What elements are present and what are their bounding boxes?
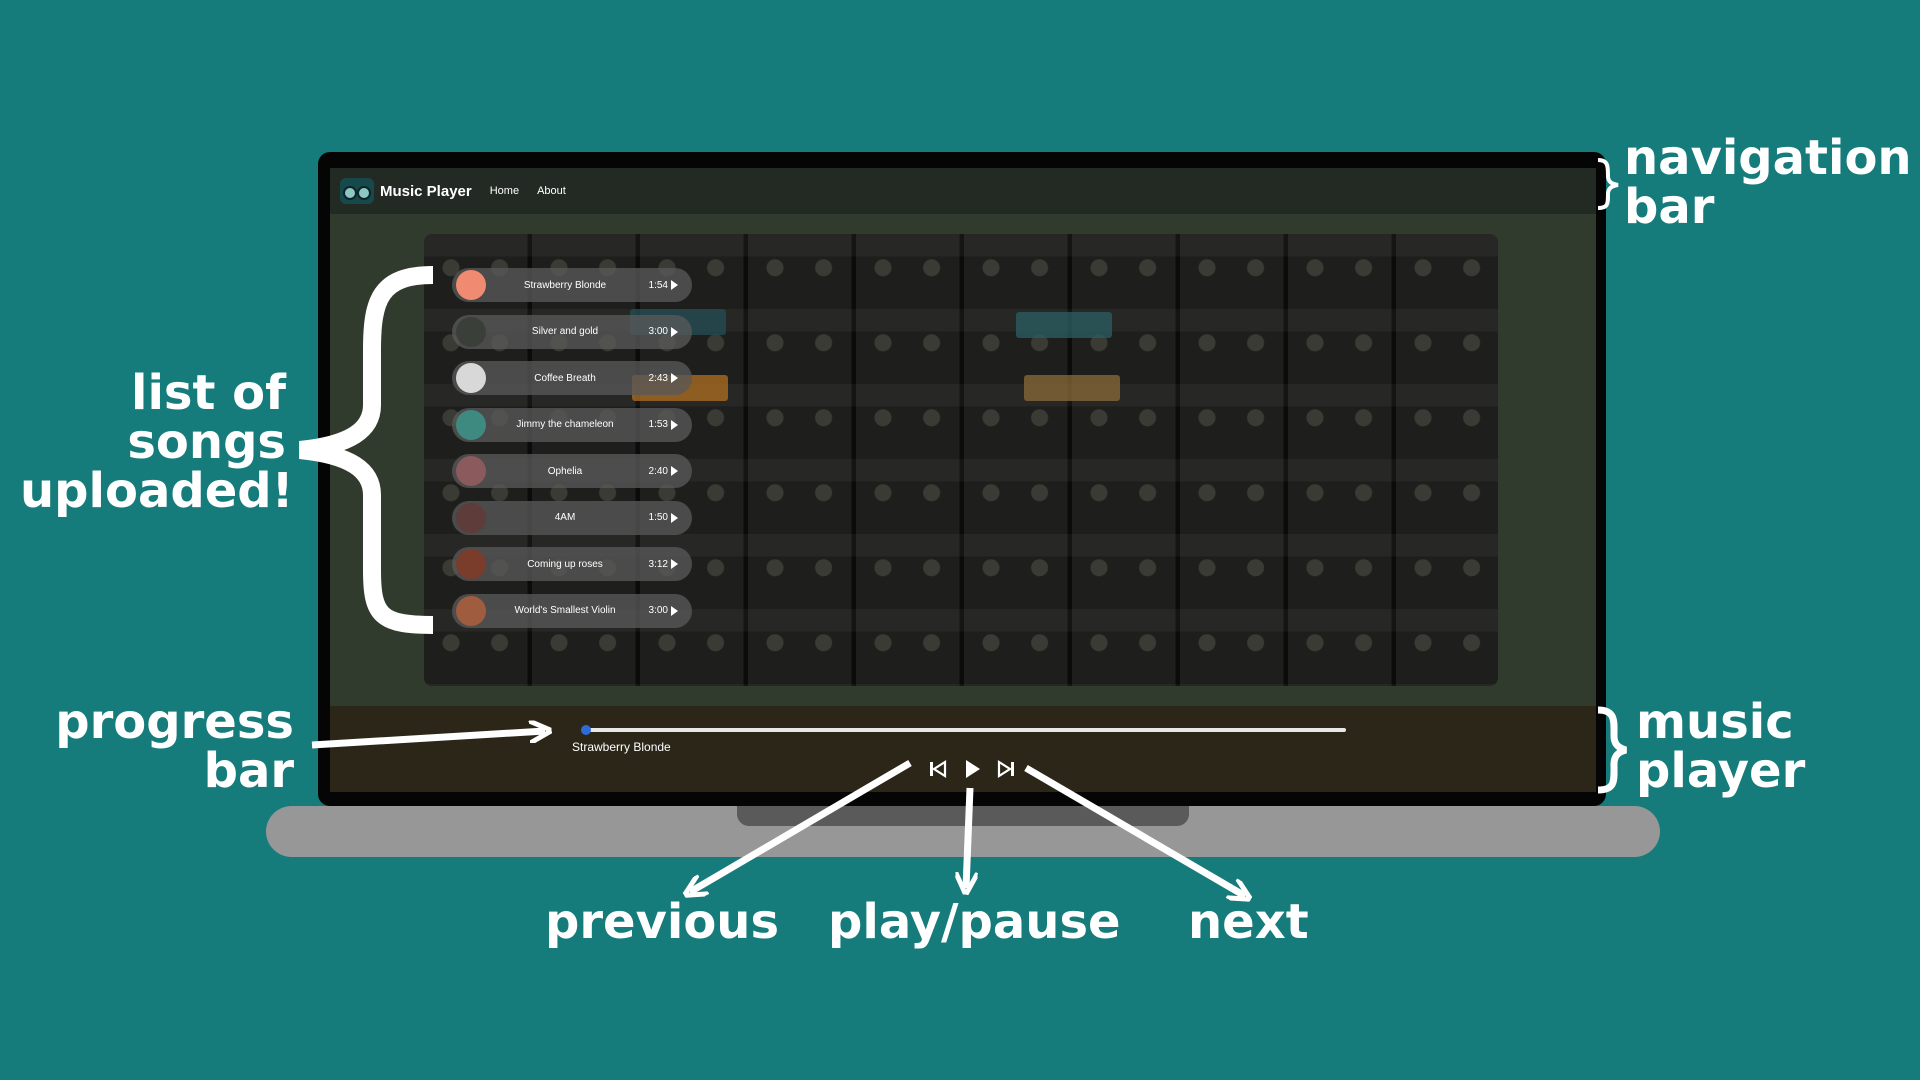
annotation-music-player: music player bbox=[1636, 698, 1805, 796]
laptop-notch bbox=[737, 806, 1189, 826]
navigation-bar: Music Player Home About bbox=[330, 168, 1596, 214]
song-title: Silver and gold bbox=[531, 326, 599, 337]
now-playing-title: Strawberry Blonde bbox=[572, 740, 671, 754]
next-icon[interactable] bbox=[994, 757, 1018, 781]
song-title: World's Smallest Violin bbox=[514, 605, 616, 616]
annotation-next: next bbox=[1188, 894, 1309, 950]
album-art-thumbnail bbox=[456, 409, 486, 440]
playback-controls bbox=[924, 757, 1034, 781]
boombox-icon[interactable] bbox=[340, 178, 374, 204]
album-art-thumbnail bbox=[456, 363, 486, 393]
song-title: Strawberry Blonde bbox=[523, 279, 607, 291]
song-list-item[interactable]: Coming up roses 3:12 bbox=[452, 547, 692, 581]
annotation-song-list: list of songs uploaded! bbox=[20, 365, 294, 519]
song-duration: 1:54 bbox=[648, 279, 668, 291]
annotation-line: bar bbox=[1624, 179, 1715, 235]
play-icon[interactable] bbox=[671, 326, 678, 337]
annotation-line: player bbox=[1636, 743, 1806, 799]
song-duration: 1:50 bbox=[648, 512, 668, 523]
song-title: 4AM bbox=[554, 512, 576, 523]
song-duration: 3:12 bbox=[648, 558, 668, 570]
song-duration: 3:00 bbox=[648, 605, 668, 616]
album-art-thumbnail bbox=[456, 270, 486, 300]
album-art-thumbnail bbox=[456, 316, 486, 347]
play-icon[interactable] bbox=[671, 280, 678, 290]
play-icon[interactable] bbox=[671, 466, 678, 476]
brand-name[interactable]: Music Player bbox=[380, 183, 472, 200]
annotation-previous: previous bbox=[545, 894, 780, 950]
play-icon[interactable] bbox=[671, 559, 678, 569]
previous-icon[interactable] bbox=[926, 757, 950, 781]
song-list-item[interactable]: Jimmy the chameleon 1:53 bbox=[452, 407, 692, 442]
annotation-line: list of bbox=[131, 365, 286, 421]
annotation-line: music bbox=[1636, 694, 1794, 750]
annotation-play-pause: play/pause bbox=[828, 894, 1121, 950]
annotation-line: navigation bbox=[1624, 130, 1912, 186]
song-title: Jimmy the chameleon bbox=[516, 419, 614, 430]
song-title: Coffee Breath bbox=[534, 372, 596, 384]
play-icon[interactable] bbox=[960, 757, 984, 781]
song-list-item[interactable]: Strawberry Blonde 1:54 bbox=[452, 268, 692, 302]
song-title: Coming up roses bbox=[527, 558, 603, 570]
annotation-line: uploaded! bbox=[20, 463, 294, 519]
song-title: Ophelia bbox=[547, 465, 583, 477]
music-player-app: Music Player Home About Strawberry Blond… bbox=[330, 168, 1596, 792]
album-art-thumbnail bbox=[456, 456, 486, 486]
cassette-accent bbox=[1016, 312, 1112, 338]
play-icon[interactable] bbox=[671, 373, 678, 383]
song-duration: 3:00 bbox=[648, 326, 668, 337]
annotation-progress-bar: progress bar bbox=[20, 698, 294, 796]
music-player-bar: Strawberry Blonde bbox=[330, 706, 1596, 792]
play-icon[interactable] bbox=[671, 419, 678, 430]
cassette-background-panel: Strawberry Blonde 1:54 Silver and gold 3:00… bbox=[424, 234, 1498, 686]
annotation-line: bar bbox=[203, 743, 294, 799]
play-icon[interactable] bbox=[671, 512, 678, 523]
song-list-item[interactable]: 4AM 1:50 bbox=[452, 500, 692, 535]
song-list-item[interactable]: Silver and gold 3:00 bbox=[452, 314, 692, 349]
song-list-item[interactable]: World's Smallest Violin 3:00 bbox=[452, 593, 692, 628]
annotation-line: progress bbox=[55, 694, 294, 750]
song-duration: 2:40 bbox=[648, 465, 668, 477]
nav-home-link[interactable]: Home bbox=[490, 185, 519, 197]
song-list-item[interactable]: Ophelia 2:40 bbox=[452, 454, 692, 488]
progress-bar[interactable] bbox=[584, 728, 1346, 732]
album-art-thumbnail bbox=[456, 595, 486, 626]
album-art-thumbnail bbox=[456, 502, 486, 533]
song-list-item[interactable]: Coffee Breath 2:43 bbox=[452, 361, 692, 395]
annotation-line: songs bbox=[127, 414, 286, 470]
song-duration: 2:43 bbox=[648, 372, 668, 384]
play-icon[interactable] bbox=[671, 605, 678, 616]
cassette-accent bbox=[1024, 375, 1120, 401]
annotation-navigation-bar: navigation bar bbox=[1624, 134, 1912, 232]
nav-about-link[interactable]: About bbox=[537, 185, 566, 197]
progress-knob[interactable] bbox=[581, 725, 591, 735]
song-duration: 1:53 bbox=[648, 419, 668, 430]
album-art-thumbnail bbox=[456, 549, 486, 579]
